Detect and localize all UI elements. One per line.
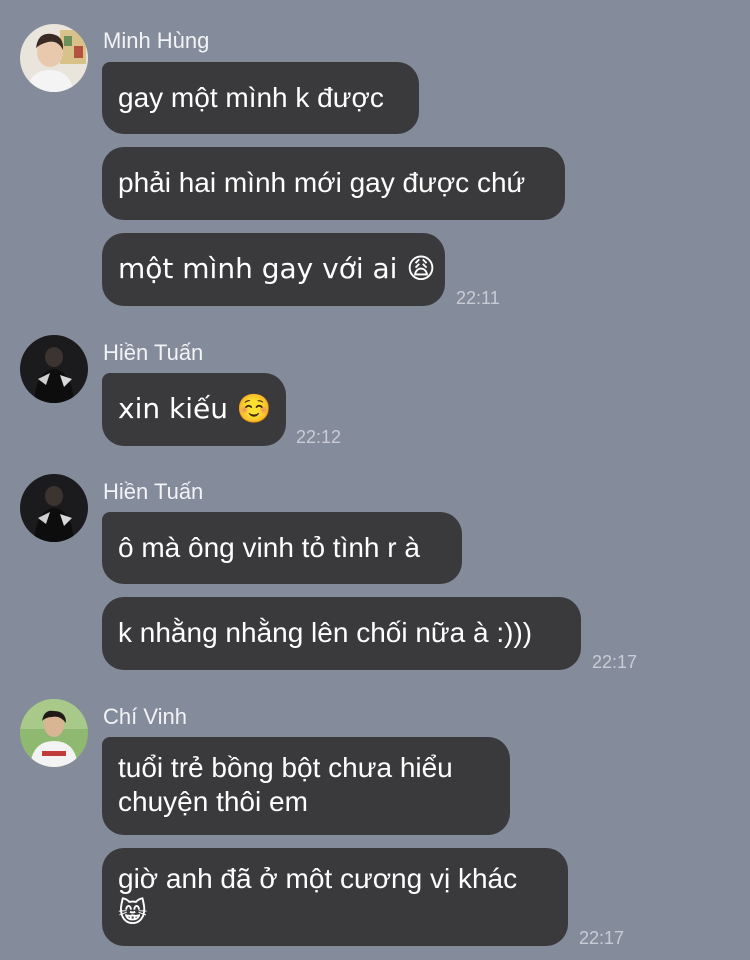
message-bubble[interactable]: ô mà ông vinh tỏ tình r à [102, 512, 462, 584]
message-bubble[interactable]: phải hai mình mới gay được chứ [102, 147, 565, 220]
sender-name: Chí Vinh [103, 704, 187, 729]
message-text: xin kiếu ☺️ [118, 392, 272, 425]
message-text-line: tuổi trẻ bồng bột chưa hiểu [118, 752, 453, 783]
message-bubble[interactable]: giờ anh đã ở một cương vị khác 😸 [102, 848, 568, 946]
avatar-chi-vinh[interactable] [20, 699, 88, 767]
message-bubble[interactable]: một mình gay với ai 😩 [102, 233, 445, 306]
dark-photo-avatar-icon [20, 335, 88, 403]
message-timestamp: 22:12 [296, 427, 342, 447]
message-text: ô mà ông vinh tỏ tình r à [118, 532, 420, 563]
message-text-line: 😸 [118, 896, 148, 929]
message-text-line: chuyện thôi em [118, 786, 308, 817]
avatar-hien-tuan[interactable] [20, 335, 88, 403]
sender-name: Hiền Tuấn [103, 340, 204, 365]
message-bubble[interactable]: xin kiếu ☺️ [102, 373, 286, 446]
message-text: k nhằng nhằng lên chối nữa à :))) [118, 617, 533, 648]
message-timestamp: 22:11 [456, 288, 500, 308]
avatar-minh-hung[interactable] [20, 24, 88, 92]
sender-name: Minh Hùng [103, 28, 210, 53]
message-text-line: giờ anh đã ở một cương vị khác [118, 863, 518, 894]
message-timestamp: 22:17 [592, 652, 638, 672]
message-timestamp: 22:17 [579, 928, 625, 948]
sender-name: Hiền Tuấn [103, 479, 204, 504]
avatar-hien-tuan[interactable] [20, 474, 88, 542]
message-bubble[interactable]: tuổi trẻ bồng bột chưa hiểu chuyện thôi … [102, 737, 510, 835]
message-bubble[interactable]: gay một mình k được [102, 62, 419, 134]
message-text: gay một mình k được [118, 82, 384, 113]
message-bubble[interactable]: k nhằng nhằng lên chối nữa à :))) [102, 597, 581, 670]
message-text: phải hai mình mới gay được chứ [118, 167, 526, 198]
dark-photo-avatar-icon [20, 474, 88, 542]
message-text: một mình gay với ai 😩 [118, 252, 436, 285]
person-photo-avatar-icon [20, 24, 88, 92]
person-photo-avatar-icon [20, 699, 88, 767]
